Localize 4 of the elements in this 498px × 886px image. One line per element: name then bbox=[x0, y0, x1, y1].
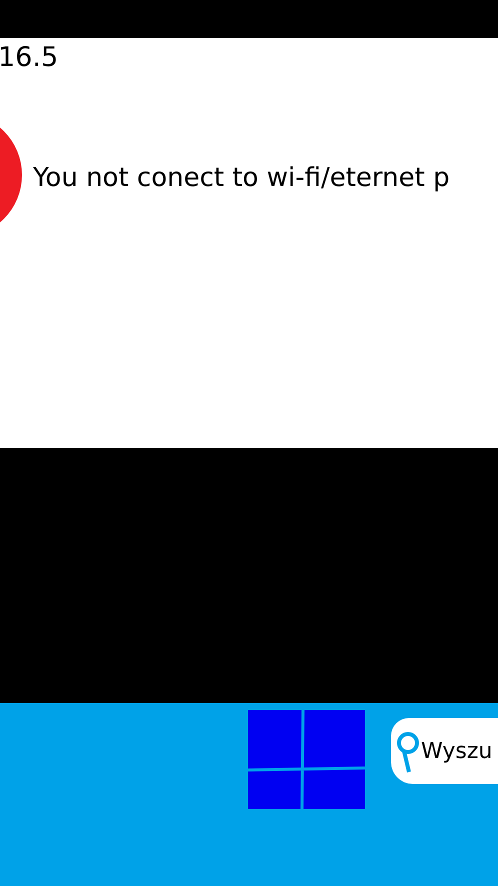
version-text: 16.5 bbox=[0, 42, 60, 73]
error-message: You not conect to wi-fi/eternet p bbox=[33, 163, 450, 193]
search-field[interactable]: Wyszu bbox=[391, 718, 498, 784]
windows-icon[interactable] bbox=[248, 710, 365, 809]
